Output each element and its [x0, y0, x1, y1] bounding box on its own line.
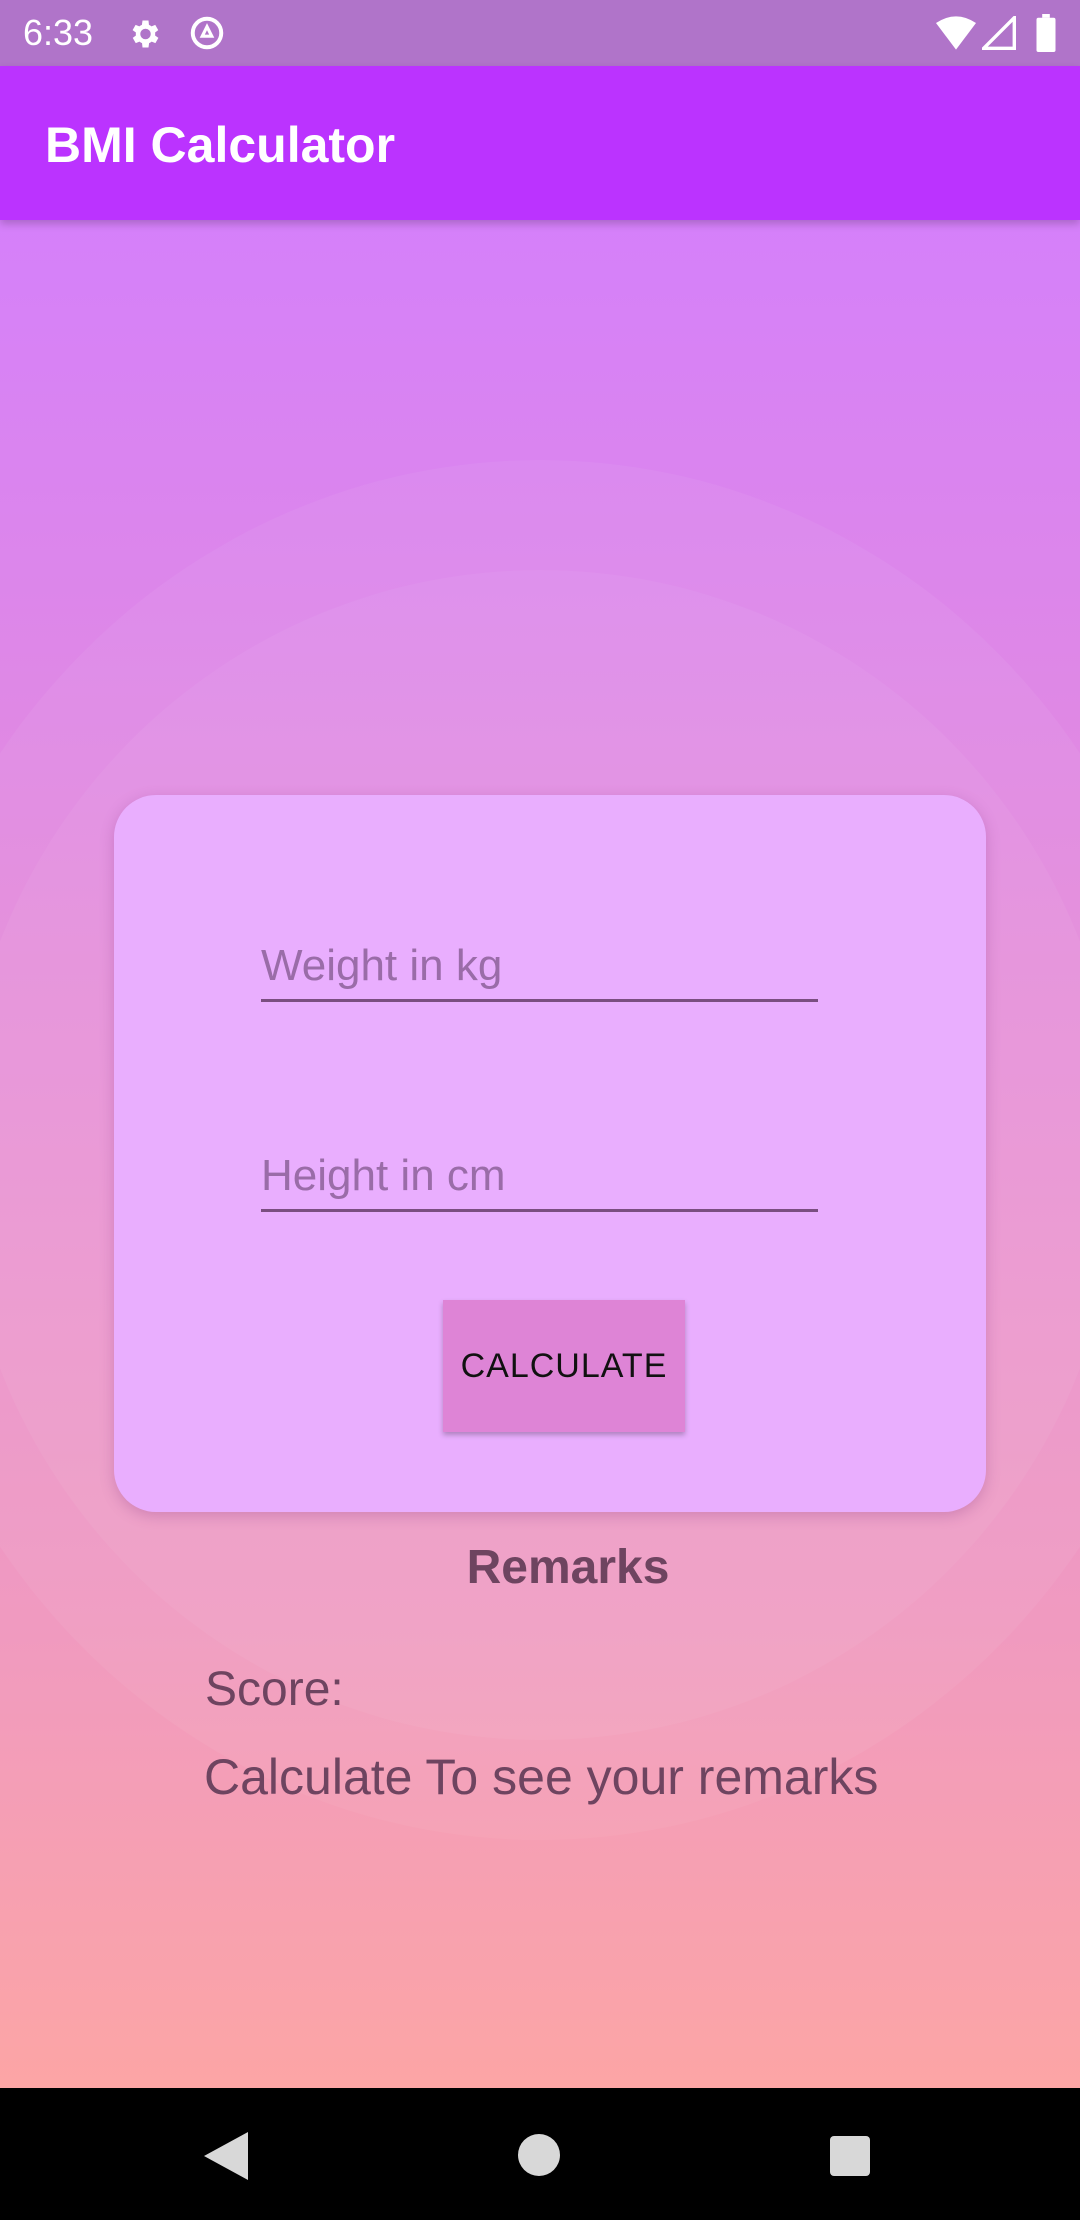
calculate-button[interactable]: CALCULATE	[443, 1300, 685, 1432]
remarks-message: Calculate To see your remarks	[204, 1749, 879, 1805]
battery-icon	[1036, 14, 1056, 52]
signal-icon	[982, 16, 1016, 50]
recents-icon[interactable]	[830, 2136, 870, 2176]
data-saver-icon	[190, 16, 224, 50]
settings-icon	[132, 20, 159, 48]
app-bar: BMI Calculator	[0, 66, 1080, 220]
remarks-heading: Remarks	[466, 1541, 670, 1594]
main-content: CALCULATE Remarks Score: Calculate To se…	[0, 220, 1080, 2088]
input-card: CALCULATE	[114, 795, 986, 1512]
navigation-bar	[0, 2088, 1080, 2220]
wifi-icon	[936, 16, 976, 50]
status-bar: 6:33	[0, 0, 1080, 66]
height-input[interactable]	[261, 1142, 818, 1212]
score-label: Score:	[205, 1663, 344, 1716]
status-time: 6:33	[23, 12, 94, 53]
home-icon[interactable]	[518, 2134, 560, 2176]
weight-input[interactable]	[261, 932, 818, 1002]
app-title: BMI Calculator	[45, 117, 396, 173]
back-icon[interactable]	[204, 2132, 248, 2180]
